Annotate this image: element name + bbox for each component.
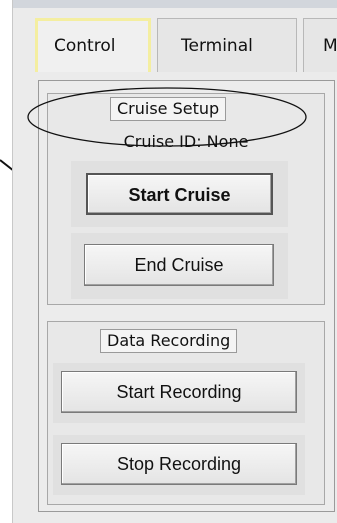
tab-terminal[interactable]: Terminal [157, 18, 297, 72]
end-cruise-button[interactable]: End Cruise [84, 244, 274, 286]
control-panel: Cruise Setup Cruise ID: None Start Cruis… [38, 80, 335, 512]
start-cruise-button[interactable]: Start Cruise [86, 173, 273, 215]
title-strip [13, 0, 337, 8]
app-window: Control Terminal M Cruise Setup Cruise I… [12, 0, 337, 523]
tab-control[interactable]: Control [35, 18, 151, 72]
start-recording-button[interactable]: Start Recording [61, 371, 297, 413]
stop-recording-button[interactable]: Stop Recording [61, 443, 297, 485]
tab-truncated[interactable]: M [303, 18, 337, 72]
data-recording-legend: Data Recording [100, 329, 238, 353]
cruise-id-label: Cruise ID: None [123, 132, 249, 151]
cruise-setup-legend: Cruise Setup [110, 97, 227, 121]
